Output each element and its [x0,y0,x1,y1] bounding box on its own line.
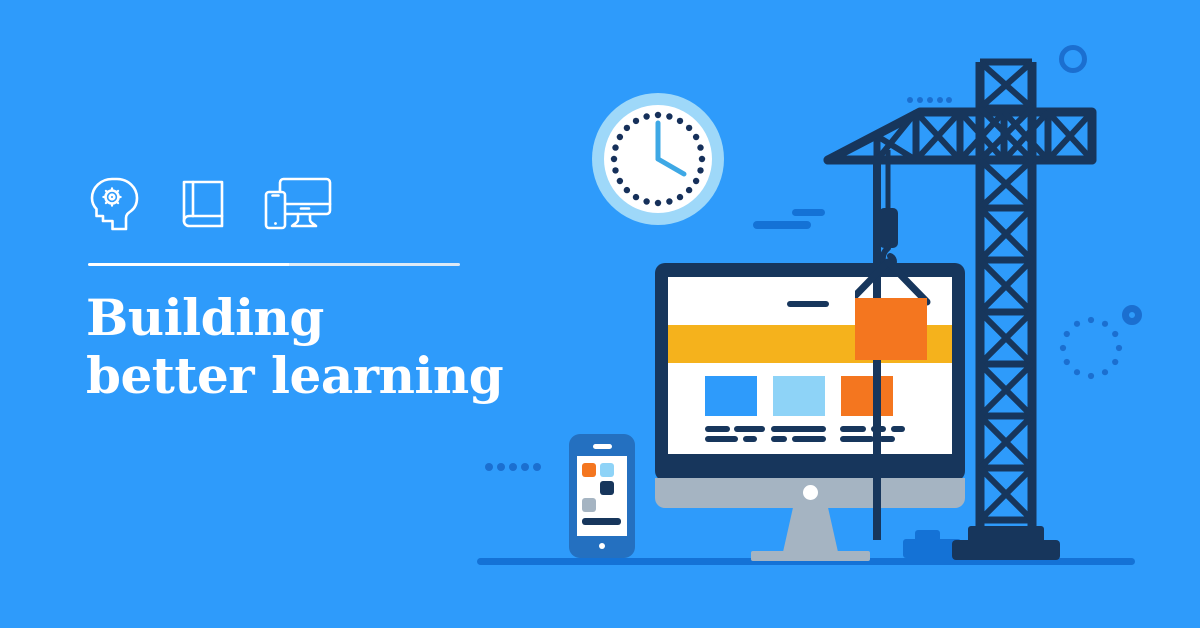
phone-speaker [593,444,612,449]
wall-clock [592,93,724,225]
icon-row [88,176,332,232]
crane-hoist [855,150,975,430]
tile-gray [582,498,596,512]
crane-hoist-block [879,208,898,248]
clock-ticks-and-hands [610,111,706,207]
phone-text-bar [582,518,621,525]
phone-screen [577,456,627,536]
tile-orange [582,463,596,477]
banner-canvas: Building better learning [0,0,1200,628]
screen-text-line [734,426,765,432]
screen-card-blue [705,376,757,416]
head-gear-icon [88,176,140,232]
book-icon [178,176,226,232]
speed-bar-lower [753,221,811,229]
divider [88,263,460,266]
screen-text-line [743,436,757,442]
crane-crate [855,298,927,360]
headline-line-1: Building [86,288,324,347]
ring-outline-small [1122,305,1142,325]
phone-home-button [599,543,605,549]
crane-base [952,526,1060,560]
tile-light-blue [600,463,614,477]
smartphone [569,434,635,558]
devices-icon [264,176,332,232]
headline-line-2: better learning [86,346,504,405]
crane-slings [855,258,931,306]
screen-card-light-blue [773,376,825,416]
dot-group-left [485,463,541,471]
monitor-power-dot [803,485,818,500]
clock-hands [655,120,687,177]
screen-text-line [705,426,730,432]
screen-text-line [771,436,787,442]
screen-text-line [705,436,738,442]
screen-text-line [771,426,826,432]
page-title: Building better learning [86,289,606,405]
tile-navy [600,481,614,495]
